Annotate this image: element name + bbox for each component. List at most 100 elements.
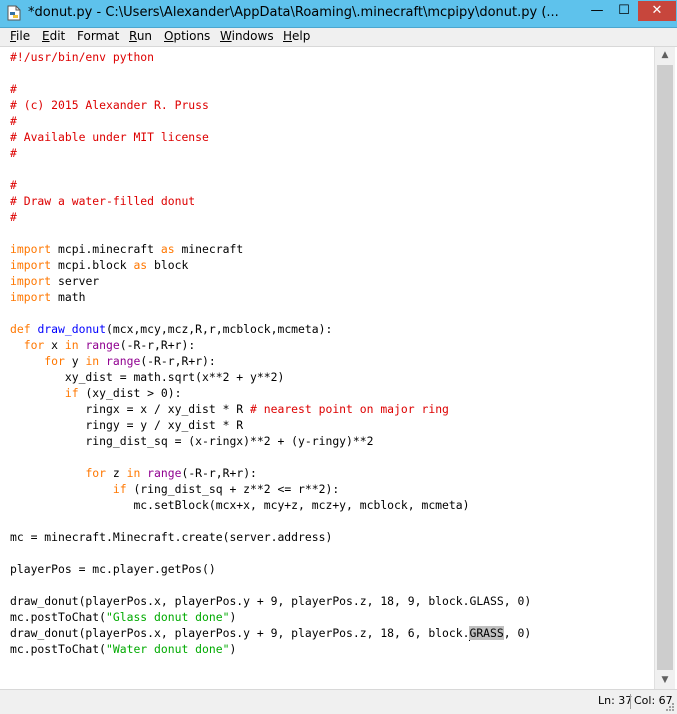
code-token: draw_donut(playerPos.x, playerPos.y + 9,… — [10, 594, 532, 608]
scroll-down-icon[interactable]: ▼ — [655, 672, 675, 689]
code-token: , 0) — [503, 626, 532, 640]
code-line[interactable]: # — [10, 113, 17, 129]
minimize-button[interactable]: — — [584, 1, 610, 21]
code-token: # — [10, 146, 17, 160]
code-line[interactable]: playerPos = mc.player.getPos() — [10, 561, 216, 577]
menu-help[interactable]: Help — [283, 29, 310, 43]
menu-options[interactable]: Options — [164, 29, 210, 43]
code-token: mcpi.block — [51, 258, 134, 272]
python-file-icon — [7, 5, 21, 21]
code-line[interactable]: import math — [10, 289, 85, 305]
code-token: # Draw a water-filled donut — [10, 194, 196, 208]
code-token: math — [51, 290, 86, 304]
code-token: ringy = y / xy_dist * R — [10, 418, 244, 432]
code-token: ) — [229, 610, 237, 624]
code-line[interactable]: if (ring_dist_sq + z**2 <= r**2): — [10, 481, 339, 497]
code-line[interactable]: # — [10, 145, 17, 161]
title-bar[interactable]: *donut.py - C:\Users\Alexander\AppData\R… — [0, 0, 677, 28]
code-token: server — [51, 274, 100, 288]
code-line[interactable]: import mcpi.block as block — [10, 257, 188, 273]
code-token: (mcx,mcy,mcz,R,r,mcblock,mcmeta): — [106, 322, 333, 336]
code-line[interactable]: # — [10, 209, 17, 225]
maximize-button[interactable]: ☐ — [611, 1, 637, 21]
code-token: as — [133, 258, 148, 272]
menu-format[interactable]: Format — [77, 29, 119, 43]
code-line[interactable]: draw_donut(playerPos.x, playerPos.y + 9,… — [10, 625, 531, 641]
code-line[interactable]: mc.postToChat("Glass donut done") — [10, 609, 236, 625]
code-token: in — [64, 338, 79, 352]
line-indicator: Ln: 37 — [598, 694, 633, 707]
code-line[interactable]: ringx = x / xy_dist * R # nearest point … — [10, 401, 449, 417]
selected-text: GRASS — [469, 626, 504, 640]
code-token: # Available under MIT license — [10, 130, 209, 144]
code-token: (-R-r,R+r): — [181, 466, 257, 480]
menu-file[interactable]: File — [10, 29, 30, 43]
code-token: import — [10, 290, 52, 304]
code-token: # nearest point on major ring — [250, 402, 449, 416]
code-editor[interactable]: #!/usr/bin/env python # # (c) 2015 Alexand… — [2, 47, 654, 689]
code-line[interactable]: for x in range(-R-r,R+r): — [10, 337, 195, 353]
code-line[interactable]: mc.postToChat("Water donut done") — [10, 641, 236, 657]
code-token: (-R-r,R+r): — [140, 354, 216, 368]
code-token: if — [64, 386, 79, 400]
code-token: # — [10, 210, 17, 224]
close-button[interactable]: ✕ — [638, 1, 676, 21]
menu-run[interactable]: Run — [129, 29, 152, 43]
code-line[interactable]: ring_dist_sq = (x-ringx)**2 + (y-ringy)*… — [10, 433, 373, 449]
code-token: in — [126, 466, 141, 480]
code-token: def — [10, 322, 31, 336]
code-token: as — [160, 242, 175, 256]
code-token: import — [10, 242, 52, 256]
code-line[interactable]: # — [10, 81, 17, 97]
code-token: for — [44, 354, 65, 368]
code-line[interactable]: # Available under MIT license — [10, 129, 209, 145]
menu-windows[interactable]: Windows — [220, 29, 274, 43]
scrollbar-thumb[interactable] — [657, 65, 673, 670]
code-token: mcpi.minecraft — [51, 242, 161, 256]
code-token: (xy_dist > 0): — [78, 386, 182, 400]
code-line[interactable]: mc.setBlock(mcx+x, mcy+z, mcz+y, mcblock… — [10, 497, 469, 513]
code-line[interactable]: ringy = y / xy_dist * R — [10, 417, 243, 433]
code-token: mc = minecraft.Minecraft.create(server.a… — [10, 530, 333, 544]
code-line[interactable]: xy_dist = math.sqrt(x**2 + y**2) — [10, 369, 284, 385]
code-token: for — [23, 338, 45, 352]
code-line[interactable]: # (c) 2015 Alexander R. Pruss — [10, 97, 209, 113]
code-token: ) — [229, 642, 237, 656]
code-line[interactable]: if (xy_dist > 0): — [10, 385, 182, 401]
code-token: x — [44, 338, 65, 352]
code-token: in — [85, 354, 100, 368]
code-line[interactable]: def draw_donut(mcx,mcy,mcz,R,r,mcblock,m… — [10, 321, 332, 337]
code-token: for — [85, 466, 107, 480]
code-token: import — [10, 258, 52, 272]
code-token: range — [85, 338, 120, 352]
code-line[interactable]: for y in range(-R-r,R+r): — [10, 353, 216, 369]
code-line[interactable]: for z in range(-R-r,R+r): — [10, 465, 257, 481]
code-line[interactable]: # Draw a water-filled donut — [10, 193, 195, 209]
code-token: ring_dist_sq = (x-ringx)**2 + (y-ringy)*… — [10, 434, 374, 448]
code-line[interactable]: import mcpi.minecraft as minecraft — [10, 241, 243, 257]
window-title: *donut.py - C:\Users\Alexander\AppData\R… — [28, 5, 559, 20]
code-line[interactable]: import server — [10, 273, 99, 289]
code-token: # (c) 2015 Alexander R. Pruss — [10, 98, 209, 112]
code-token: "Water donut done" — [106, 642, 230, 656]
code-line[interactable]: draw_donut(playerPos.x, playerPos.y + 9,… — [10, 593, 531, 609]
code-token: block — [147, 258, 189, 272]
menu-edit[interactable]: Edit — [42, 29, 65, 43]
code-token: ringx = x / xy_dist * R — [10, 402, 251, 416]
code-token: draw_donut — [37, 322, 107, 336]
code-token: playerPos = mc.player.getPos() — [10, 562, 216, 576]
code-token: # — [10, 82, 17, 96]
code-line[interactable]: #!/usr/bin/env python — [10, 49, 154, 65]
vertical-scrollbar[interactable]: ▲ ▼ — [654, 47, 675, 689]
code-line[interactable]: mc = minecraft.Minecraft.create(server.a… — [10, 529, 332, 545]
status-divider — [630, 694, 631, 709]
code-line[interactable]: # — [10, 177, 17, 193]
code-token: mc.setBlock(mcx+x, mcy+z, mcz+y, mcblock… — [10, 498, 470, 512]
code-token: y — [64, 354, 86, 368]
resize-grip-icon[interactable] — [665, 702, 675, 712]
code-token: xy_dist = math.sqrt(x**2 + y**2) — [10, 370, 285, 384]
scroll-up-icon[interactable]: ▲ — [655, 47, 675, 64]
